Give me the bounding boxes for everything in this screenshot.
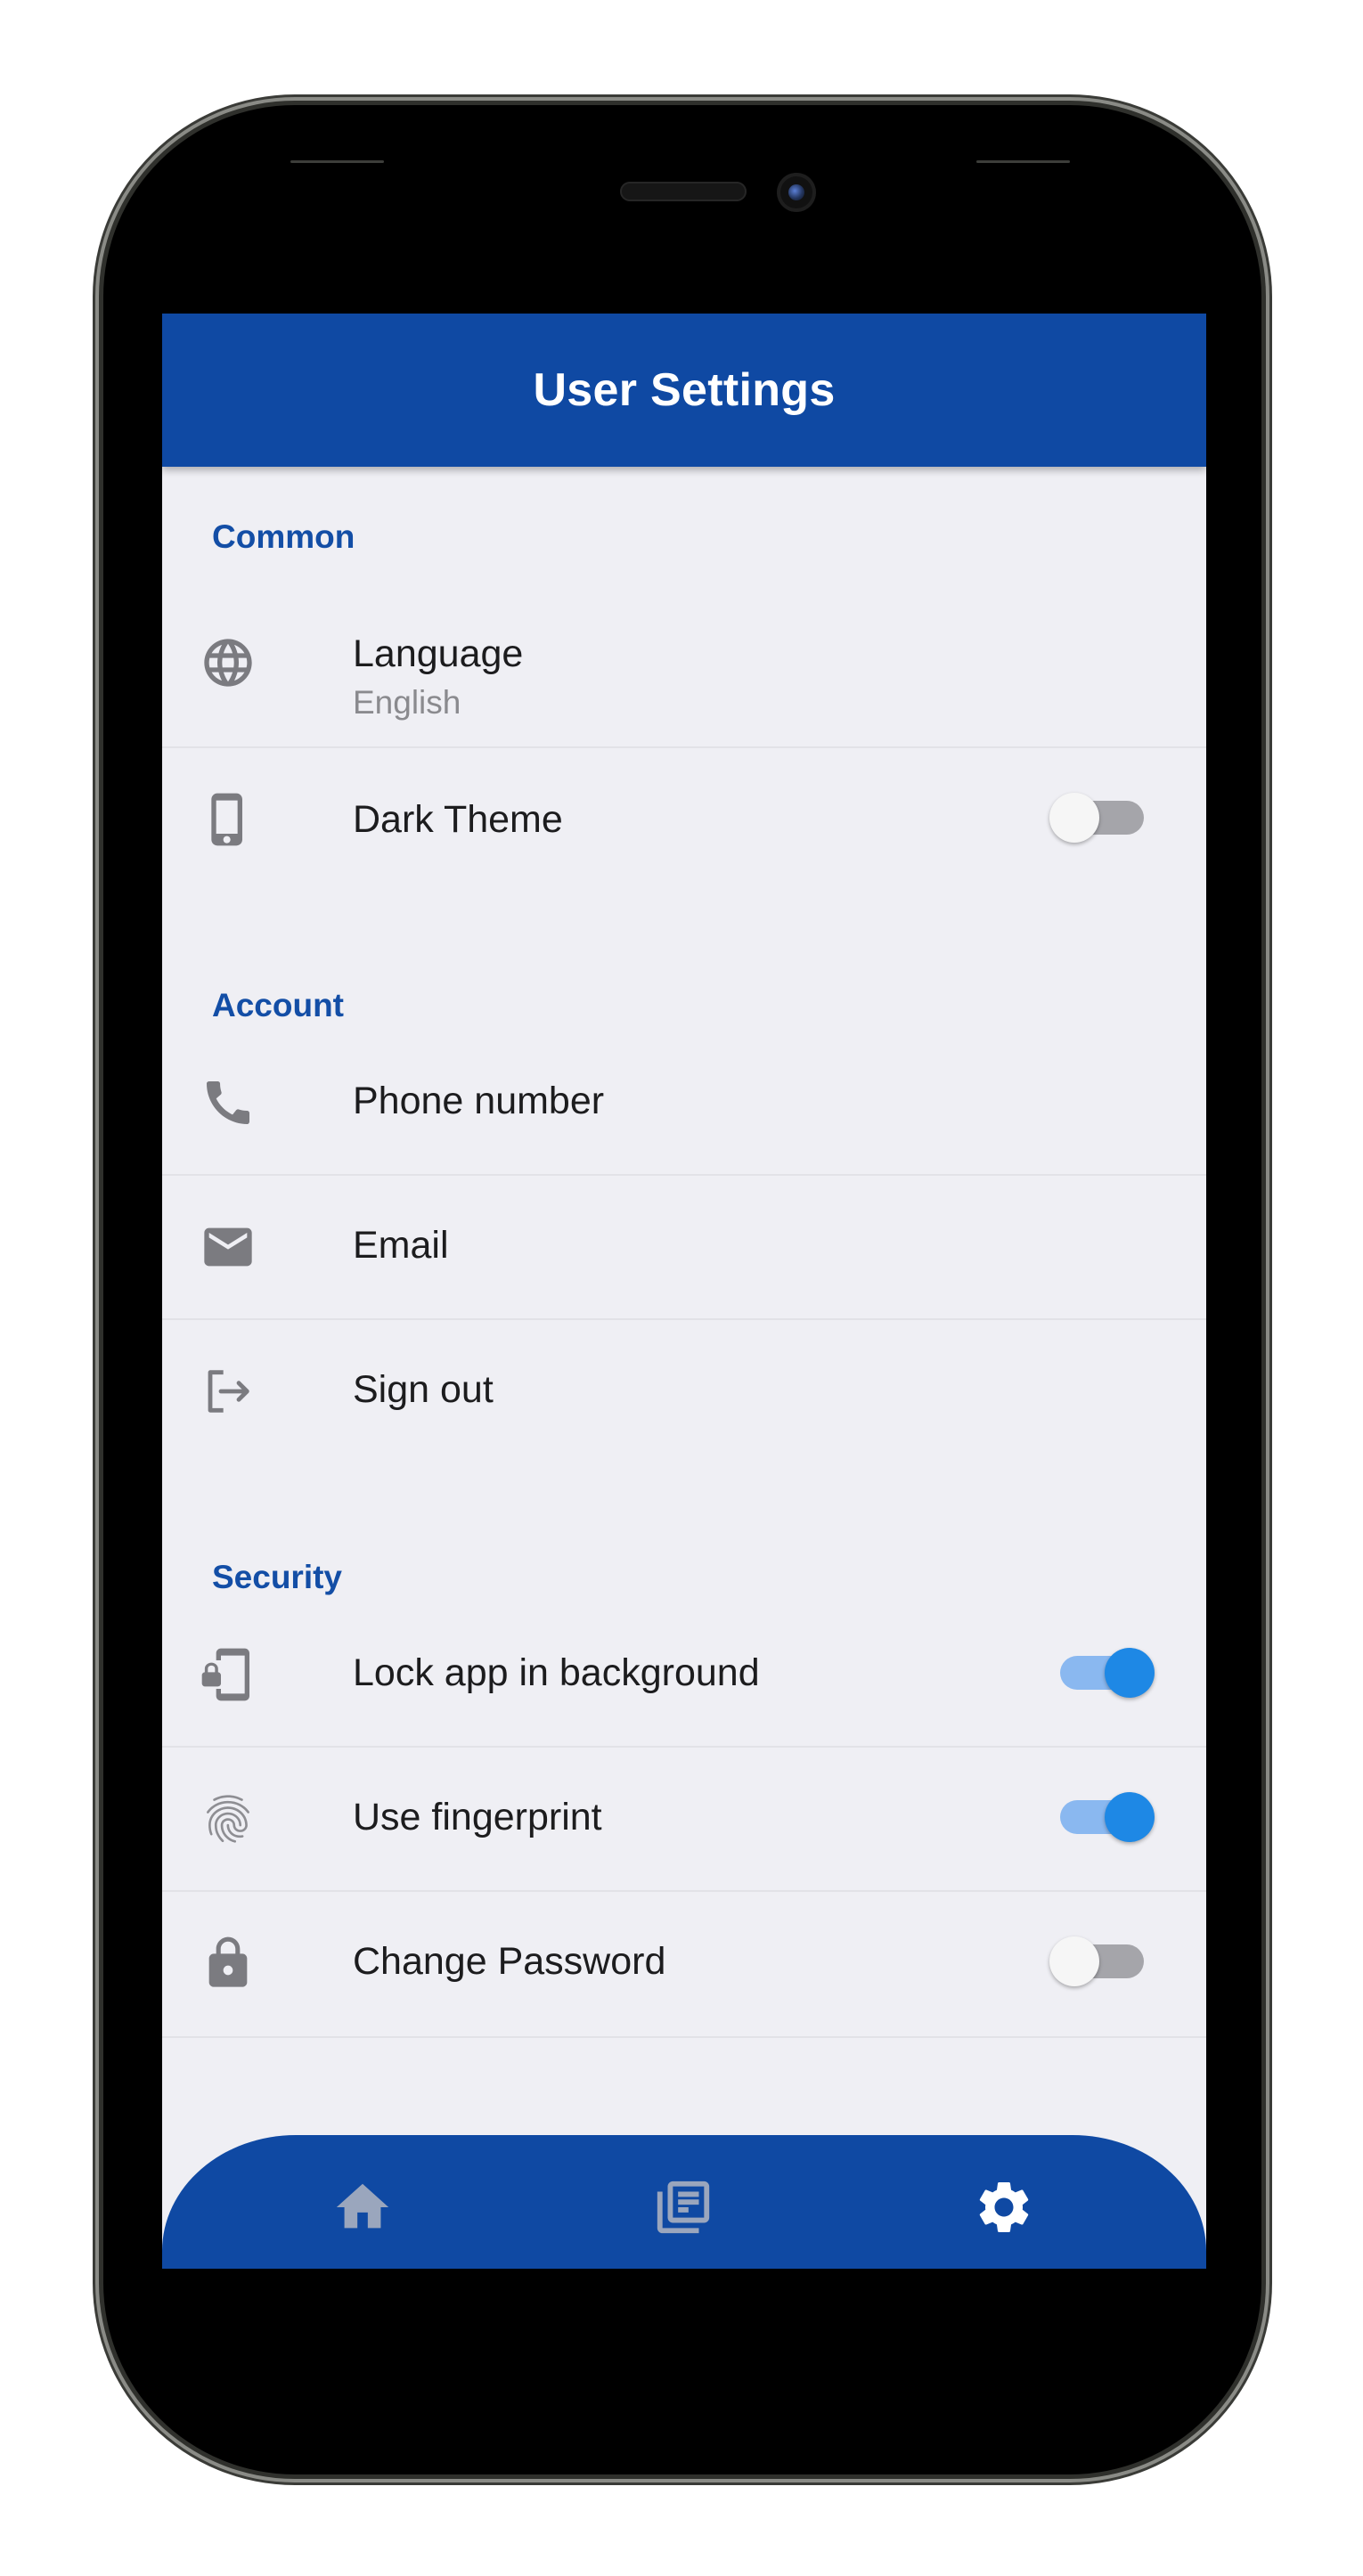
bezel-line-left xyxy=(290,160,384,163)
globe-icon xyxy=(200,634,257,691)
settings-tile-language[interactable]: Language English xyxy=(162,581,1206,748)
phone-icon xyxy=(200,1074,257,1131)
tile-label: Lock app in background xyxy=(353,1651,760,1694)
section-title-account: Account xyxy=(212,987,344,1023)
section-title-common: Common xyxy=(212,518,355,555)
article-icon[interactable] xyxy=(652,2176,714,2238)
phonelink-lock-icon xyxy=(200,1646,257,1703)
logout-icon xyxy=(200,1363,257,1420)
divider xyxy=(162,2036,1206,2038)
tile-label: Use fingerprint xyxy=(353,1796,602,1838)
lock-icon xyxy=(200,1935,257,1992)
tile-subtitle: English xyxy=(353,684,461,721)
settings-tile-fingerprint[interactable]: Use fingerprint xyxy=(162,1748,1206,1892)
settings-tile-lock-app[interactable]: Lock app in background xyxy=(162,1603,1206,1748)
settings-tile-email[interactable]: Email xyxy=(162,1176,1206,1320)
app-screen: User Settings Common Language English Da… xyxy=(162,314,1206,2269)
tile-label: Language xyxy=(353,632,524,675)
dark-theme-toggle[interactable] xyxy=(1049,784,1151,843)
tile-label: Sign out xyxy=(353,1368,494,1411)
section-title-security: Security xyxy=(212,1559,343,1595)
earpiece-speaker xyxy=(620,182,747,201)
toggle-thumb xyxy=(1049,793,1099,843)
app-bar: User Settings xyxy=(162,314,1206,467)
tile-label: Phone number xyxy=(353,1080,605,1122)
phone-device-icon xyxy=(200,791,257,848)
settings-tile-sign-out[interactable]: Sign out xyxy=(162,1320,1206,1464)
settings-tile-phone-number[interactable]: Phone number xyxy=(162,1031,1206,1176)
fingerprint-toggle[interactable] xyxy=(1053,1783,1155,1842)
lock-app-toggle[interactable] xyxy=(1053,1639,1155,1698)
change-password-toggle[interactable] xyxy=(1049,1928,1151,1986)
toggle-thumb xyxy=(1105,1792,1155,1842)
tile-label: Dark Theme xyxy=(353,798,563,841)
tile-label: Change Password xyxy=(353,1940,666,1983)
settings-tile-change-password[interactable]: Change Password xyxy=(162,1892,1206,2038)
fingerprint-icon xyxy=(200,1790,257,1847)
settings-tile-dark-theme[interactable]: Dark Theme xyxy=(162,748,1206,891)
tile-label: Email xyxy=(353,1224,449,1267)
settings-gear-icon[interactable] xyxy=(973,2176,1035,2238)
page-title: User Settings xyxy=(533,364,836,416)
toggle-thumb xyxy=(1105,1648,1155,1698)
toggle-thumb xyxy=(1049,1936,1099,1986)
bottom-navigation-bar xyxy=(162,2135,1206,2269)
home-icon[interactable] xyxy=(331,2176,394,2238)
front-camera xyxy=(777,173,816,212)
bezel-line-right xyxy=(976,160,1070,163)
mail-icon xyxy=(200,1219,257,1276)
